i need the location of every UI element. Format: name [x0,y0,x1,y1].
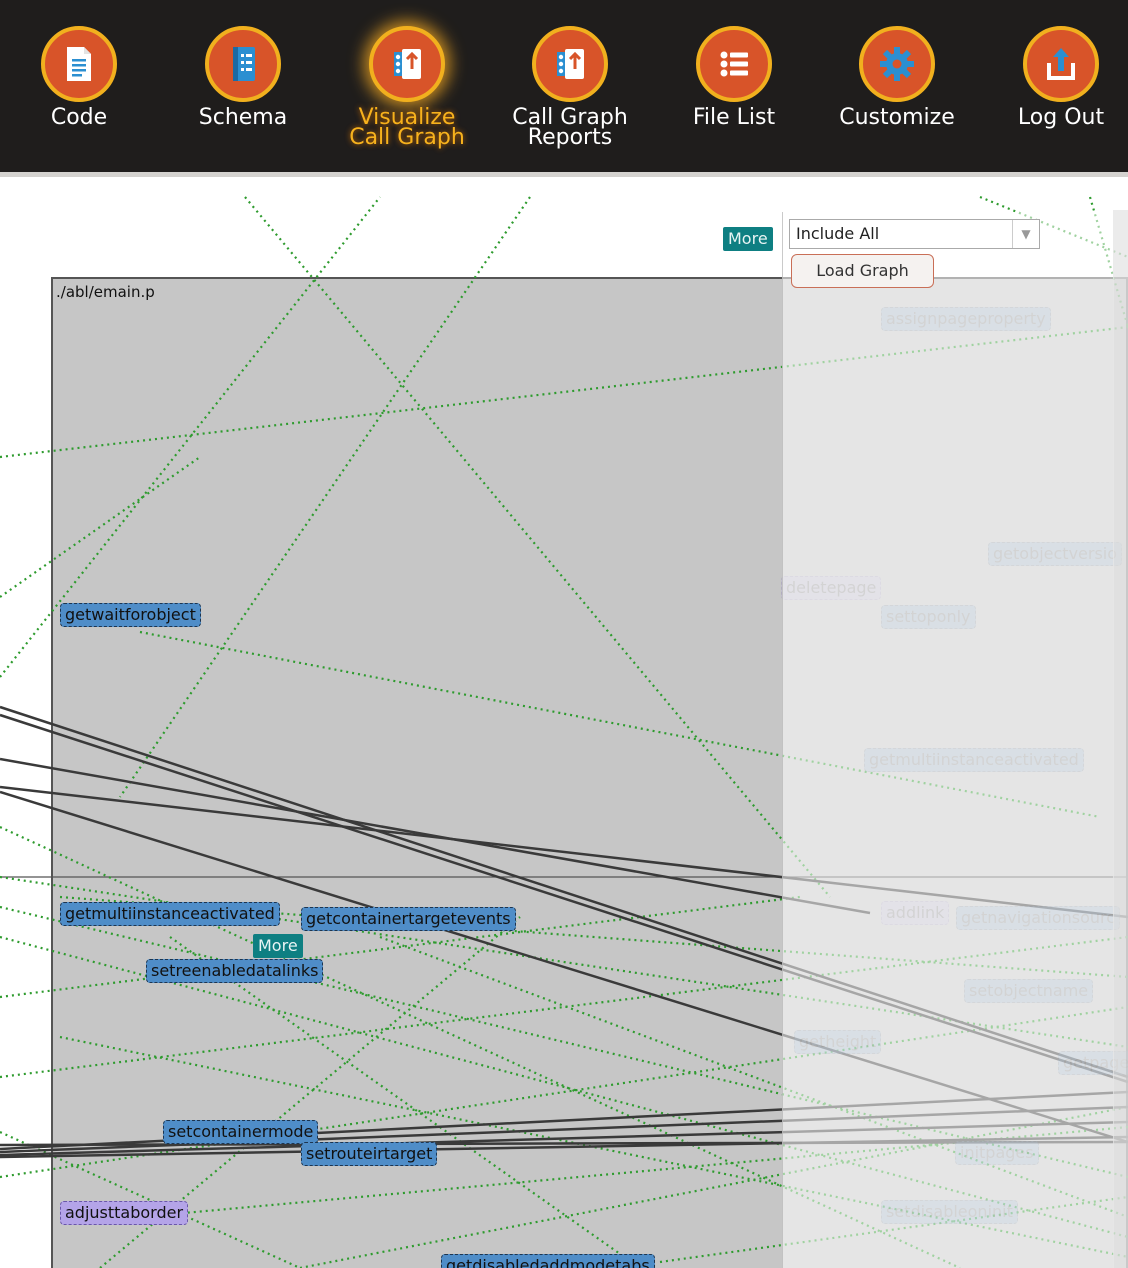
nav-file-list-label: File List [692,105,776,130]
logout-icon [1023,26,1099,102]
nav-schema[interactable]: Schema [173,26,313,130]
schema-book-icon [205,26,281,102]
node-adjusttaborder[interactable]: adjusttaborder [60,1201,189,1225]
node-setrouteirtarget[interactable]: setrouteirtarget [301,1142,438,1166]
node-getmultiinstanceactivated[interactable]: getmultiinstanceactivated [60,902,280,926]
nav-code[interactable]: Code [9,26,149,130]
nav-customize[interactable]: Customize [827,26,967,130]
nav-log-out-label: Log Out [1017,105,1105,130]
include-filter-select[interactable]: Include All ▼ [789,219,1040,249]
chevron-down-icon[interactable]: ▼ [1012,220,1039,248]
node-getdisabledaddmodetabs[interactable]: getdisabledaddmodetabs [441,1254,655,1268]
graph-controls-panel [782,212,1114,1268]
nav-code-label: Code [50,105,108,130]
nav-reports-label-2: Reports [527,125,613,150]
document-icon [41,26,117,102]
nav-log-out[interactable]: Log Out [991,26,1128,130]
nav-call-graph-reports[interactable]: Call Graph Reports [500,26,640,150]
node-getcontainertargetevents[interactable]: getcontainertargetevents [301,907,516,931]
nav-visualize-call-graph[interactable]: Visualize Call Graph [337,26,477,150]
nav-schema-label: Schema [198,105,288,130]
nav-file-list[interactable]: File List [664,26,804,130]
call-graph-icon [369,26,445,102]
node-setcontainermode[interactable]: setcontainermode [163,1120,319,1144]
list-icon [696,26,772,102]
node-setreenabledatalinks[interactable]: setreenabledatalinks [146,959,324,983]
gear-icon [859,26,935,102]
more-node-top[interactable]: More [723,227,773,251]
nav-visualize-label-2: Call Graph [349,125,465,150]
more-node-inline[interactable]: More [253,934,303,958]
node-getwaitforobject[interactable]: getwaitforobject [60,603,201,627]
call-graph-report-icon [532,26,608,102]
nav-customize-label: Customize [839,105,955,130]
include-filter-value: Include All [796,224,880,243]
top-navigation-bar: Code Schema Visualize Call Graph Call Gr… [0,0,1128,175]
load-graph-button[interactable]: Load Graph [791,254,934,288]
graph-scroll-edge [1113,210,1128,1268]
